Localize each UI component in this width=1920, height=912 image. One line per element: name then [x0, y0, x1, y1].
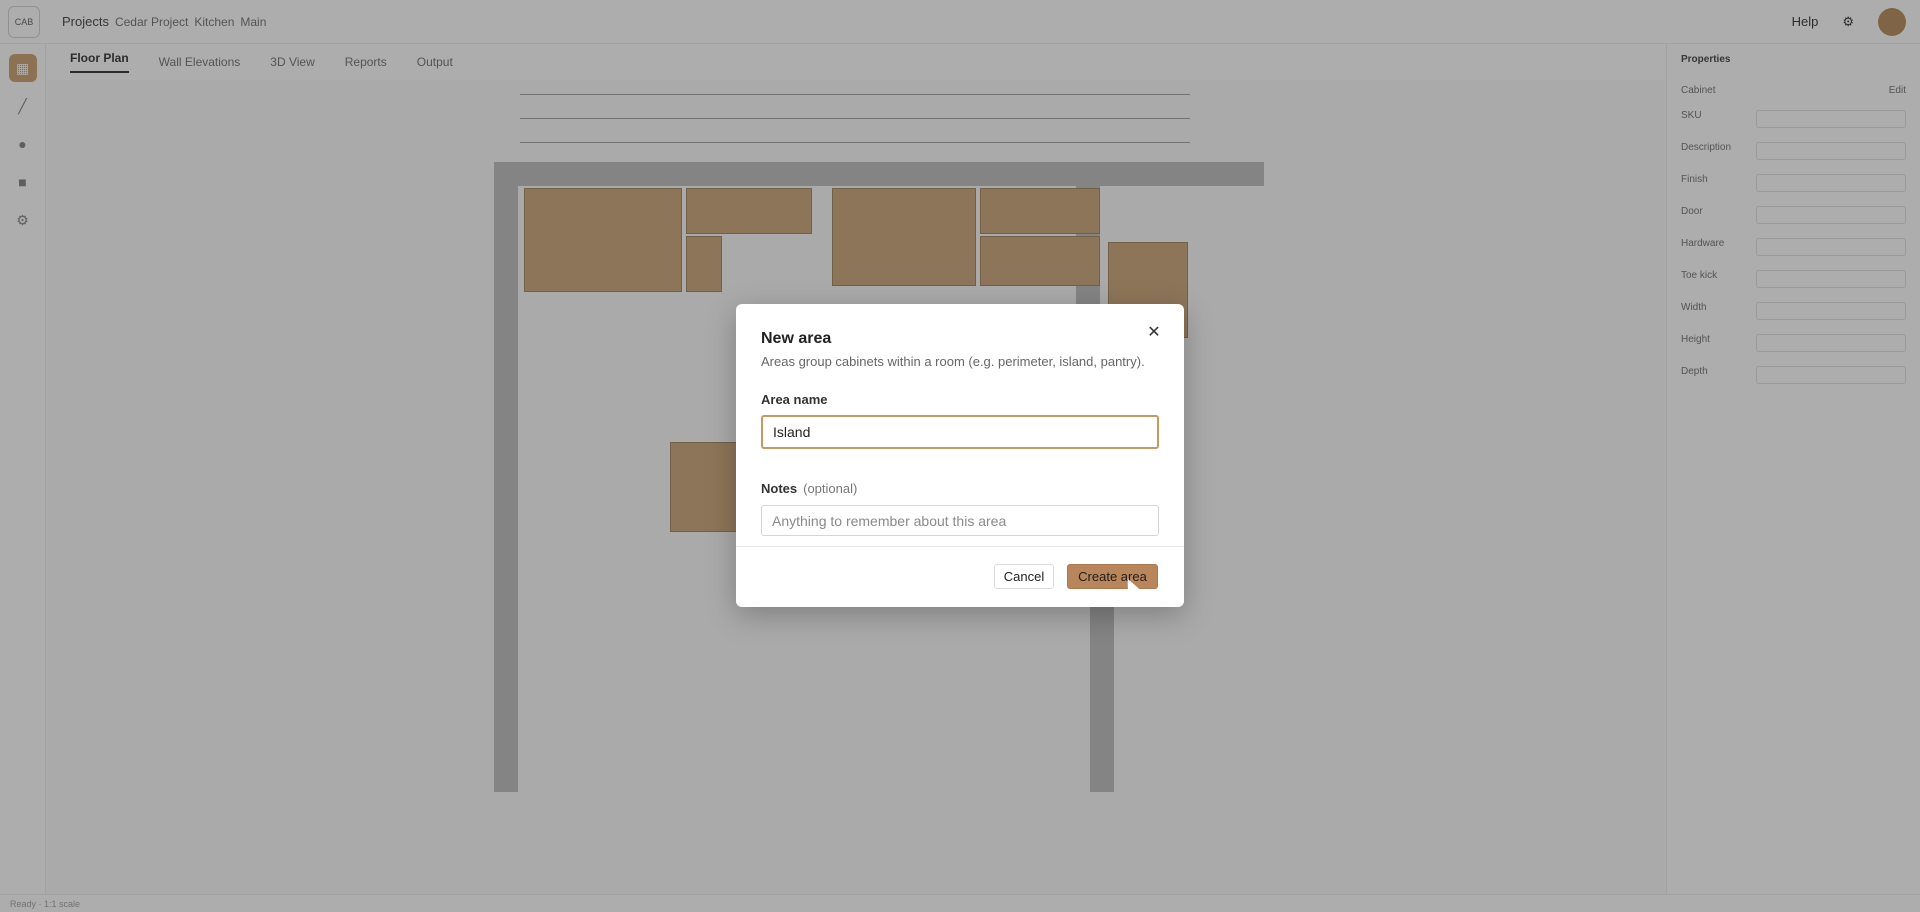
area-name-input[interactable] [761, 415, 1159, 449]
dialog-title: New area [761, 330, 832, 347]
notes-label-text: Notes [761, 481, 798, 496]
area-name-label: Area name [761, 392, 827, 407]
cancel-button[interactable]: Cancel [994, 564, 1054, 589]
area-name-label-text: Area name [761, 392, 828, 407]
create-area-button[interactable]: Create area [1067, 564, 1158, 589]
app-root: CAB Projects Cedar Project Kitchen Main … [0, 0, 1920, 912]
notes-label: Notes (optional) [761, 481, 857, 496]
notes-optional-hint: (optional) [803, 481, 858, 496]
dialog-divider [736, 546, 1184, 547]
dialog-subtitle: Areas group cabinets within a room (e.g.… [761, 354, 1145, 369]
close-icon[interactable]: ✕ [1144, 322, 1164, 342]
notes-input[interactable] [761, 505, 1159, 536]
new-area-dialog: New area Areas group cabinets within a r… [736, 304, 1184, 607]
